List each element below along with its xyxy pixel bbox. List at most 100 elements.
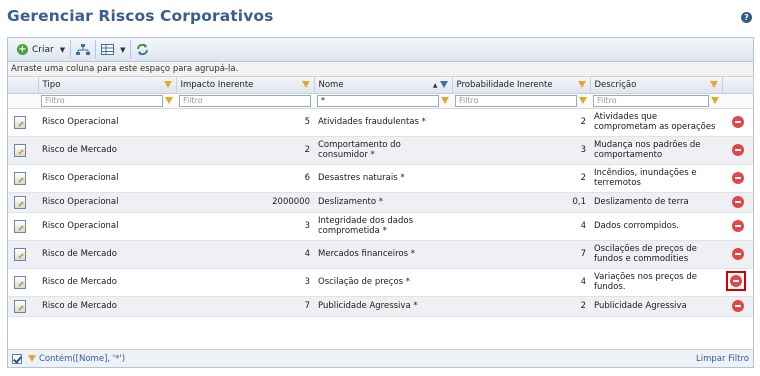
table-row[interactable]: Risco Operacional 2000000 Deslizamento *… <box>8 192 753 213</box>
cell-tipo: Risco Operacional <box>38 212 176 241</box>
table-row[interactable]: Risco Operacional 3 Integridade dos dado… <box>8 212 753 241</box>
cell-descricao: Oscilações de preços de fundos e commodi… <box>590 240 722 269</box>
cell-nome: Mercados financeiros * <box>314 240 452 269</box>
filter-input-tipo[interactable]: Filtro <box>41 94 163 107</box>
sort-ascending-icon: ▲ <box>432 82 438 89</box>
table-row[interactable]: Risco de Mercado 3 Oscilação de preços *… <box>8 268 753 297</box>
edit-icon[interactable] <box>14 171 26 185</box>
cell-probabilidade: 2 <box>452 164 590 193</box>
cell-impacto: 7 <box>176 296 314 317</box>
help-icon[interactable]: ? <box>741 12 752 23</box>
filter-input-descricao[interactable]: Filtro <box>593 94 709 107</box>
delete-icon[interactable] <box>731 196 744 208</box>
column-header-tipo[interactable]: Tipo <box>38 77 177 94</box>
active-filter-expression[interactable]: Contém([Nome], '*') <box>39 354 125 364</box>
cell-impacto: 6 <box>176 164 314 193</box>
column-header-impacto-inerente[interactable]: Impacto Inerente <box>176 77 315 94</box>
filter-input-impacto[interactable]: Filtro <box>179 94 311 107</box>
cell-probabilidade: 3 <box>452 136 590 165</box>
filter-icon[interactable] <box>439 81 448 88</box>
cell-nome: Desastres naturais * <box>314 164 452 193</box>
table-row[interactable]: Risco de Mercado 4 Mercados financeiros … <box>8 240 753 269</box>
filter-icon[interactable] <box>579 97 587 104</box>
refresh-button[interactable] <box>131 40 154 59</box>
filter-icon[interactable] <box>709 81 718 88</box>
table-row[interactable]: Risco Operacional 5 Atividades fraudulen… <box>8 108 753 137</box>
chevron-down-icon: ▼ <box>59 45 66 54</box>
delete-icon[interactable] <box>731 248 744 260</box>
risk-grid-panel: + Criar ▼ ▼ Arraste uma coluna para este… <box>7 37 754 368</box>
column-header-nome[interactable]: Nome ▲ <box>314 77 453 94</box>
cell-nome: Deslizamento * <box>314 192 452 213</box>
group-by-area[interactable]: Arraste uma coluna para este espaço para… <box>8 62 753 77</box>
create-button[interactable]: + Criar ▼ <box>12 40 72 59</box>
cell-descricao: Variações nos preços de fundos. <box>590 268 722 297</box>
filter-icon[interactable] <box>441 97 449 104</box>
edit-icon[interactable] <box>14 143 26 157</box>
filter-icon[interactable] <box>301 81 310 88</box>
cell-descricao: Publicidade Agressiva <box>590 296 722 317</box>
edit-icon[interactable] <box>14 219 26 233</box>
delete-icon[interactable] <box>730 274 742 287</box>
risk-table: Tipo Impacto Inerente Nome ▲ Probabilidad… <box>8 77 754 317</box>
header-delete-column <box>722 77 754 94</box>
cell-probabilidade: 2 <box>452 296 590 317</box>
cell-probabilidade: 4 <box>452 268 590 297</box>
filter-enabled-checkbox[interactable] <box>12 353 22 364</box>
cell-tipo: Risco Operacional <box>38 108 176 137</box>
cell-nome: Atividades fraudulentas * <box>314 108 452 137</box>
highlighted-delete-button[interactable] <box>726 270 746 291</box>
cell-probabilidade: 2 <box>452 108 590 137</box>
column-header-probabilidade-inerente[interactable]: Probabilidade Inerente <box>452 77 591 94</box>
delete-icon[interactable] <box>731 220 744 232</box>
page-title: Gerenciar Riscos Corporativos <box>7 7 274 25</box>
create-label: Criar <box>32 44 54 55</box>
hierarchy-button[interactable] <box>71 40 97 59</box>
toolbar: + Criar ▼ ▼ <box>8 38 753 62</box>
edit-icon[interactable] <box>14 115 26 129</box>
cell-tipo: Risco Operacional <box>38 192 176 213</box>
cell-tipo: Risco Operacional <box>38 164 176 193</box>
grid-icon <box>101 44 115 55</box>
filter-icon[interactable] <box>163 81 172 88</box>
cell-tipo: Risco de Mercado <box>38 296 176 317</box>
cell-tipo: Risco de Mercado <box>38 240 176 269</box>
cell-probabilidade: 0,1 <box>452 192 590 213</box>
filter-icon <box>28 355 36 362</box>
cell-impacto: 3 <box>176 268 314 297</box>
table-row[interactable]: Risco de Mercado 7 Publicidade Agressiva… <box>8 296 753 317</box>
table-row[interactable]: Risco Operacional 6 Desastres naturais *… <box>8 164 753 193</box>
cell-impacto: 5 <box>176 108 314 137</box>
table-row[interactable]: Risco de Mercado 2 Comportamento do cons… <box>8 136 753 165</box>
clear-filter-link[interactable]: Limpar Filtro <box>696 354 749 364</box>
delete-icon[interactable] <box>731 300 744 312</box>
filter-input-probabilidade[interactable]: Filtro <box>455 94 577 107</box>
cell-tipo: Risco de Mercado <box>38 268 176 297</box>
cell-probabilidade: 7 <box>452 240 590 269</box>
delete-icon[interactable] <box>731 116 744 128</box>
cell-nome: Comportamento do consumidor * <box>314 136 452 165</box>
cell-descricao: Deslizamento de terra <box>590 192 722 213</box>
edit-icon[interactable] <box>14 275 26 289</box>
grid-options-button[interactable]: ▼ <box>96 40 132 59</box>
delete-icon[interactable] <box>731 172 744 184</box>
chevron-down-icon: ▼ <box>120 45 126 54</box>
cell-descricao: Dados corrompidos. <box>590 212 722 241</box>
edit-icon[interactable] <box>14 299 26 313</box>
filter-icon[interactable] <box>577 81 586 88</box>
cell-nome: Publicidade Agressiva * <box>314 296 452 317</box>
edit-icon[interactable] <box>14 247 26 261</box>
hierarchy-icon <box>76 43 91 55</box>
cell-impacto: 2000000 <box>176 192 314 213</box>
filter-icon[interactable] <box>165 97 173 104</box>
filter-input-nome[interactable]: * <box>317 94 439 107</box>
column-header-descricao[interactable]: Descrição <box>590 77 723 94</box>
filter-icon[interactable] <box>711 97 719 104</box>
filter-status-bar: Contém([Nome], '*') Limpar Filtro <box>8 349 753 367</box>
edit-icon[interactable] <box>14 195 26 209</box>
cell-nome: Integridade dos dados comprometida * <box>314 212 452 241</box>
filter-row: Filtro Filtro * Filtro Filtro <box>8 93 753 109</box>
delete-icon[interactable] <box>731 144 744 156</box>
cell-tipo: Risco de Mercado <box>38 136 176 165</box>
title-bar: Gerenciar Riscos Corporativos ? <box>0 0 760 34</box>
